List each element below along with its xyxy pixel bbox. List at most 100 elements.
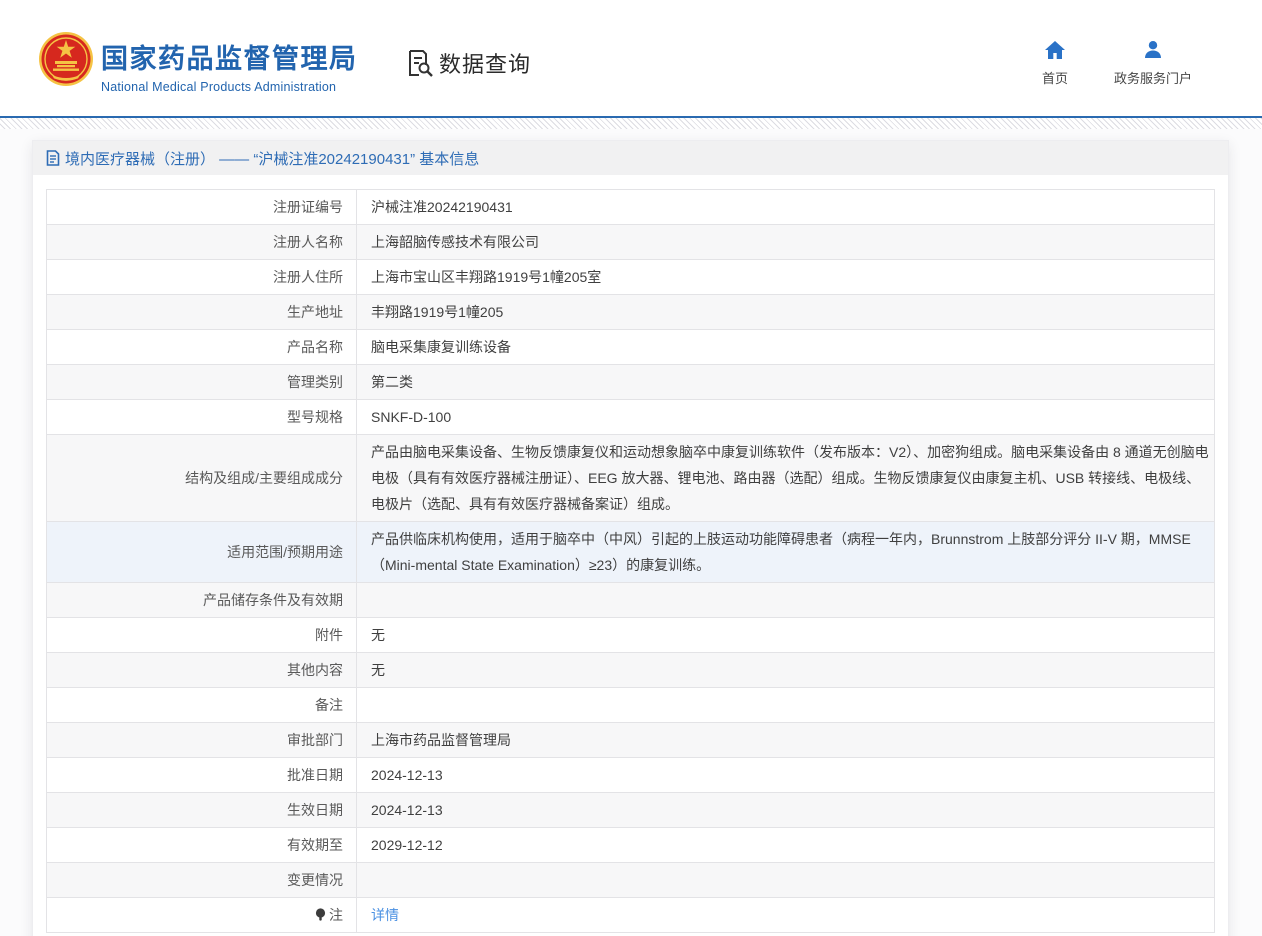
row-label-text: 生效日期: [287, 802, 343, 818]
row-label-text: 变更情况: [287, 872, 343, 888]
row-value: [357, 583, 1215, 618]
row-label-text: 结构及组成/主要组成成分: [185, 470, 343, 486]
row-value-text: 2024-12-13: [371, 767, 443, 783]
top-nav: 首页 政务服务门户: [1042, 40, 1192, 87]
row-value: 上海市药品监督管理局: [357, 723, 1215, 758]
table-row: 批准日期 2024-12-13: [47, 758, 1215, 793]
row-label-text: 其他内容: [287, 662, 343, 678]
row-value: [357, 688, 1215, 723]
row-label: 注册人住所: [47, 260, 357, 295]
row-label-text: 注册证编号: [273, 199, 343, 215]
table-row: 生产地址 丰翔路1919号1幢205: [47, 295, 1215, 330]
table-row: 变更情况: [47, 863, 1215, 898]
row-value-text: 无: [371, 627, 385, 643]
table-row: 注册人名称 上海韶脑传感技术有限公司: [47, 225, 1215, 260]
row-value: 产品供临床机构使用，适用于脑卒中（中风）引起的上肢运动功能障碍患者（病程一年内，…: [357, 522, 1215, 583]
row-label: 注: [47, 898, 357, 933]
detail-link[interactable]: 详情: [371, 907, 399, 923]
detail-table-wrapper: 注册证编号沪械注准20242190431注册人名称上海韶脑传感技术有限公司注册人…: [46, 189, 1215, 933]
row-label-text: 产品名称: [287, 339, 343, 355]
row-value-text: 脑电采集康复训练设备: [371, 339, 511, 355]
row-value-text: 丰翔路1919号1幢205: [371, 304, 503, 320]
row-value: 产品由脑电采集设备、生物反馈康复仪和运动想象脑卒中康复训练软件（发布版本：V2）…: [357, 435, 1215, 522]
registration-detail-table: 注册证编号沪械注准20242190431注册人名称上海韶脑传感技术有限公司注册人…: [46, 189, 1215, 933]
row-label-text: 生产地址: [287, 304, 343, 320]
row-value: 2029-12-12: [357, 828, 1215, 863]
row-value-text: 产品由脑电采集设备、生物反馈康复仪和运动想象脑卒中康复训练软件（发布版本：V2）…: [371, 444, 1209, 512]
row-label-text: 注册人名称: [273, 234, 343, 250]
content-area: 境内医疗器械（注册） —— “沪械注准20242190431” 基本信息 注册证…: [0, 129, 1262, 936]
row-value-text: 产品供临床机构使用，适用于脑卒中（中风）引起的上肢运动功能障碍患者（病程一年内，…: [371, 531, 1191, 573]
row-value-text: SNKF-D-100: [371, 409, 451, 425]
home-icon: [1044, 40, 1066, 60]
row-label: 变更情况: [47, 863, 357, 898]
site-header: 国家药品监督管理局 National Medical Products Admi…: [0, 0, 1262, 116]
row-value: 无: [357, 618, 1215, 653]
data-query-label: 数据查询: [439, 47, 531, 79]
row-value-text: 第二类: [371, 374, 413, 390]
table-row: 适用范围/预期用途 产品供临床机构使用，适用于脑卒中（中风）引起的上肢运动功能障碍…: [47, 522, 1215, 583]
page-title: 境内医疗器械（注册） —— “沪械注准20242190431” 基本信息: [65, 148, 479, 169]
row-label: 适用范围/预期用途: [47, 522, 357, 583]
row-label: 注册证编号: [47, 190, 357, 225]
row-value: 沪械注准20242190431: [357, 190, 1215, 225]
row-value-text: 上海韶脑传感技术有限公司: [371, 234, 539, 250]
row-value: 无: [357, 653, 1215, 688]
table-row: 备注: [47, 688, 1215, 723]
note-balloon-icon: [315, 908, 326, 922]
nav-gov-portal-label: 政务服务门户: [1114, 68, 1192, 87]
data-query-icon: [404, 48, 434, 78]
nav-gov-portal[interactable]: 政务服务门户: [1114, 40, 1192, 87]
row-value-text: 上海市药品监督管理局: [371, 732, 511, 748]
hatch-stripe: [0, 118, 1262, 129]
table-row: 附件无: [47, 618, 1215, 653]
row-value: 上海韶脑传感技术有限公司: [357, 225, 1215, 260]
document-icon: [46, 150, 60, 166]
row-value: 脑电采集康复训练设备: [357, 330, 1215, 365]
table-row: 结构及组成/主要组成成分 产品由脑电采集设备、生物反馈康复仪和运动想象脑卒中康复训…: [47, 435, 1215, 522]
table-row: 型号规格 SNKF-D-100: [47, 400, 1215, 435]
row-label-text: 管理类别: [287, 374, 343, 390]
brand-block: 国家药品监督管理局 National Medical Products Admi…: [101, 37, 358, 94]
row-label: 产品储存条件及有效期: [47, 583, 357, 618]
row-label-text: 备注: [315, 697, 343, 713]
row-label-text: 注册人住所: [273, 269, 343, 285]
nav-home[interactable]: 首页: [1042, 40, 1068, 87]
brand-subtitle: National Medical Products Administration: [101, 80, 358, 94]
row-label: 产品名称: [47, 330, 357, 365]
table-row: 注详情: [47, 898, 1215, 933]
row-value-text: 无: [371, 662, 385, 678]
table-row: 产品储存条件及有效期: [47, 583, 1215, 618]
row-label-text: 有效期至: [287, 837, 343, 853]
row-label: 审批部门: [47, 723, 357, 758]
row-value: [357, 863, 1215, 898]
row-label-text: 型号规格: [287, 409, 343, 425]
row-value: 丰翔路1919号1幢205: [357, 295, 1215, 330]
panel-title-bar: 境内医疗器械（注册） —— “沪械注准20242190431” 基本信息: [33, 141, 1228, 175]
row-label: 型号规格: [47, 400, 357, 435]
row-value: 2024-12-13: [357, 793, 1215, 828]
row-value-text: 2029-12-12: [371, 837, 443, 853]
national-emblem-logo: [38, 31, 94, 87]
table-row: 有效期至 2029-12-12: [47, 828, 1215, 863]
row-value: SNKF-D-100: [357, 400, 1215, 435]
row-label: 管理类别: [47, 365, 357, 400]
table-row: 产品名称 脑电采集康复训练设备: [47, 330, 1215, 365]
row-value: 2024-12-13: [357, 758, 1215, 793]
row-label: 生效日期: [47, 793, 357, 828]
row-label-text: 适用范围/预期用途: [227, 544, 343, 560]
data-query-section: 数据查询: [404, 47, 531, 79]
row-label: 有效期至: [47, 828, 357, 863]
row-label-text: 审批部门: [287, 732, 343, 748]
nav-home-label: 首页: [1042, 68, 1068, 87]
row-value-text: 上海市宝山区丰翔路1919号1幢205室: [371, 269, 601, 285]
table-row: 其他内容 无: [47, 653, 1215, 688]
table-row: 管理类别 第二类: [47, 365, 1215, 400]
row-value: 第二类: [357, 365, 1215, 400]
row-label-text: 批准日期: [287, 767, 343, 783]
row-value-text: 沪械注准20242190431: [371, 199, 513, 215]
table-row: 生效日期 2024-12-13: [47, 793, 1215, 828]
row-value-text: 2024-12-13: [371, 802, 443, 818]
row-value: 详情: [357, 898, 1215, 933]
row-value: 上海市宝山区丰翔路1919号1幢205室: [357, 260, 1215, 295]
